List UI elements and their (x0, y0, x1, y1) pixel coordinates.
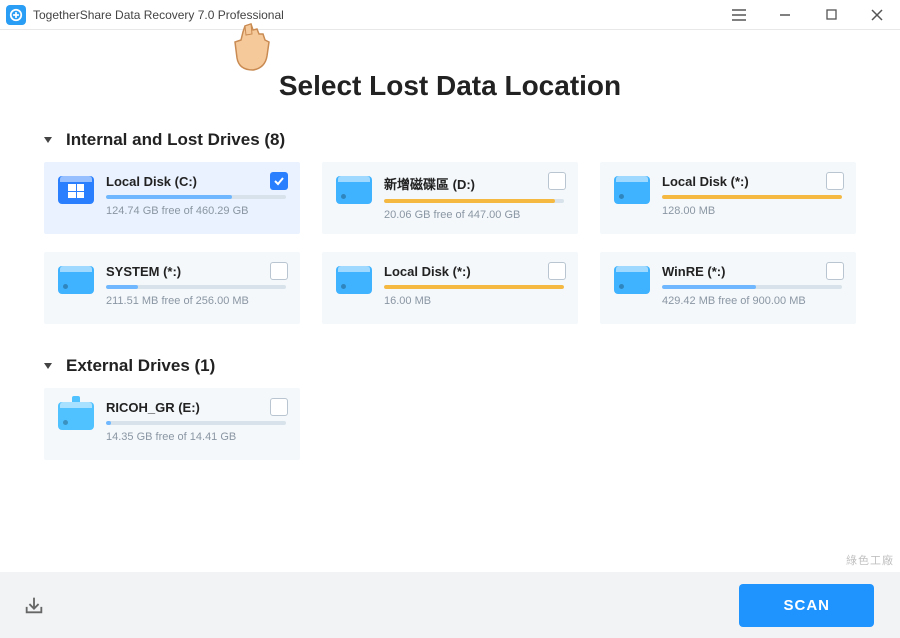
caret-down-icon (44, 363, 52, 369)
drive-internal-icon (614, 266, 650, 294)
usage-bar (106, 285, 286, 289)
drive-name: SYSTEM (*:) (106, 264, 286, 279)
drive-body: Local Disk (*:) 128.00 MB (662, 174, 842, 224)
drive-name: Local Disk (*:) (384, 264, 564, 279)
window-title: TogetherShare Data Recovery 7.0 Professi… (33, 8, 284, 22)
drive-checkbox[interactable] (270, 398, 288, 416)
drive-info: 211.51 MB free of 256.00 MB (106, 295, 286, 307)
drive-name: Local Disk (C:) (106, 174, 286, 189)
section-label: Internal and Lost Drives (8) (66, 130, 285, 150)
drive-checkbox[interactable] (548, 262, 566, 280)
drive-internal-icon (614, 176, 650, 204)
drive-body: 新增磁碟區 (D:) 20.06 GB free of 447.00 GB (384, 174, 564, 224)
drive-card[interactable]: Local Disk (*:) 128.00 MB (600, 162, 856, 234)
drive-card[interactable]: 新增磁碟區 (D:) 20.06 GB free of 447.00 GB (322, 162, 578, 234)
usage-bar (384, 285, 564, 289)
watermark: 綠色工廠 (846, 552, 894, 568)
drive-info: 14.35 GB free of 14.41 GB (106, 431, 286, 443)
drive-internal-icon (58, 266, 94, 294)
usage-bar (106, 421, 286, 425)
drive-body: Local Disk (*:) 16.00 MB (384, 264, 564, 314)
close-button[interactable] (854, 1, 900, 29)
usage-bar (384, 199, 564, 203)
section-header-internal[interactable]: Internal and Lost Drives (8) (44, 130, 856, 150)
usage-bar (662, 195, 842, 199)
caret-down-icon (44, 137, 52, 143)
drive-checkbox[interactable] (270, 262, 288, 280)
section-header-external[interactable]: External Drives (1) (44, 356, 856, 376)
maximize-button[interactable] (808, 1, 854, 29)
drive-checkbox[interactable] (826, 262, 844, 280)
drive-external-icon (58, 402, 94, 430)
drive-grid-external: RICOH_GR (E:) 14.35 GB free of 14.41 GB (44, 388, 856, 460)
drive-windows-icon (58, 176, 94, 204)
drive-checkbox[interactable] (548, 172, 566, 190)
drive-card[interactable]: Local Disk (*:) 16.00 MB (322, 252, 578, 324)
app-icon (6, 5, 26, 25)
drive-body: WinRE (*:) 429.42 MB free of 900.00 MB (662, 264, 842, 314)
drive-info: 124.74 GB free of 460.29 GB (106, 205, 286, 217)
drive-info: 429.42 MB free of 900.00 MB (662, 295, 842, 307)
drive-checkbox[interactable] (826, 172, 844, 190)
titlebar: TogetherShare Data Recovery 7.0 Professi… (0, 0, 900, 30)
drive-card[interactable]: WinRE (*:) 429.42 MB free of 900.00 MB (600, 252, 856, 324)
drive-internal-icon (336, 176, 372, 204)
window-controls (716, 1, 900, 29)
drive-internal-icon (336, 266, 372, 294)
drive-name: WinRE (*:) (662, 264, 842, 279)
drive-name: RICOH_GR (E:) (106, 400, 286, 415)
drive-card[interactable]: Local Disk (C:) 124.74 GB free of 460.29 … (44, 162, 300, 234)
page-title: Select Lost Data Location (0, 70, 900, 102)
minimize-button[interactable] (762, 1, 808, 29)
drive-checkbox[interactable] (270, 172, 288, 190)
drive-info: 20.06 GB free of 447.00 GB (384, 209, 564, 221)
drive-name: Local Disk (*:) (662, 174, 842, 189)
section-label: External Drives (1) (66, 356, 215, 376)
drive-grid-internal: Local Disk (C:) 124.74 GB free of 460.29 … (44, 162, 856, 324)
drive-body: SYSTEM (*:) 211.51 MB free of 256.00 MB (106, 264, 286, 314)
bottom-bar: SCAN (0, 572, 900, 638)
drive-card[interactable]: RICOH_GR (E:) 14.35 GB free of 14.41 GB (44, 388, 300, 460)
scan-button[interactable]: SCAN (739, 584, 874, 627)
import-button[interactable] (20, 591, 48, 619)
menu-button[interactable] (716, 1, 762, 29)
usage-bar (106, 195, 286, 199)
drive-body: Local Disk (C:) 124.74 GB free of 460.29 … (106, 174, 286, 224)
drive-card[interactable]: SYSTEM (*:) 211.51 MB free of 256.00 MB (44, 252, 300, 324)
drive-info: 16.00 MB (384, 295, 564, 307)
drive-body: RICOH_GR (E:) 14.35 GB free of 14.41 GB (106, 400, 286, 450)
usage-bar (662, 285, 842, 289)
drive-name: 新增磁碟區 (D:) (384, 174, 564, 193)
drive-info: 128.00 MB (662, 205, 842, 217)
